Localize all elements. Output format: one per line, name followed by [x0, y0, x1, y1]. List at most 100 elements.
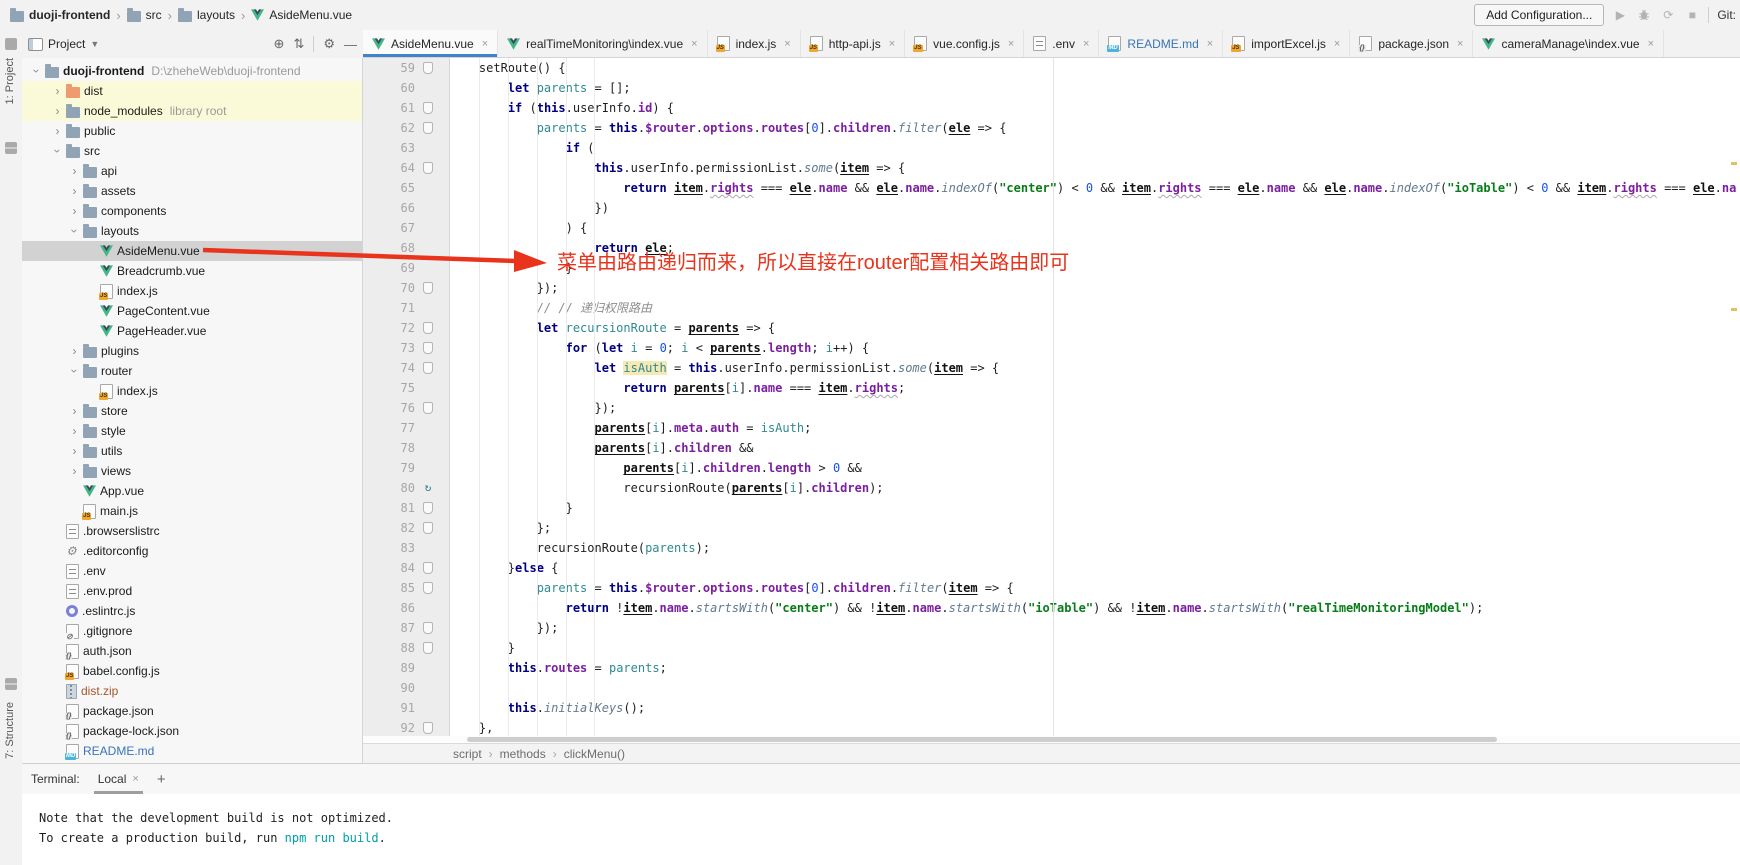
code-area[interactable]: setRoute() { let parents = []; if (this.…	[450, 58, 1740, 736]
tree-item-components[interactable]: ›components	[22, 201, 362, 221]
tree-item-app.vue[interactable]: App.vue	[22, 481, 362, 501]
tool-window-switch-icon[interactable]	[5, 38, 17, 50]
hide-panel-icon[interactable]: —	[344, 37, 357, 52]
editor-breadcrumb-item[interactable]: script	[453, 747, 482, 761]
editor-breadcrumb-item[interactable]: clickMenu()	[564, 747, 625, 761]
chevron-expanded-icon[interactable]: ›	[68, 363, 82, 380]
fold-marker[interactable]	[423, 562, 433, 574]
close-icon[interactable]: ×	[1207, 38, 1213, 50]
tree-item-src[interactable]: ›src	[22, 141, 362, 161]
breadcrumb-item[interactable]: src	[127, 8, 162, 22]
tree-item-readme.md[interactable]: MDREADME.md	[22, 741, 362, 761]
close-icon[interactable]: ×	[1008, 38, 1014, 50]
close-icon[interactable]: ×	[1457, 38, 1463, 50]
chevron-collapsed-icon[interactable]: ›	[66, 424, 83, 438]
breadcrumb-item[interactable]: layouts	[178, 8, 235, 22]
close-icon[interactable]: ×	[132, 773, 138, 785]
fold-marker[interactable]	[423, 642, 433, 654]
editor-tab-cameramanage-index.vue[interactable]: cameraManage\index.vue×	[1473, 30, 1664, 57]
fold-marker[interactable]	[423, 102, 433, 114]
tree-item-.eslintrc.js[interactable]: .eslintrc.js	[22, 601, 362, 621]
close-icon[interactable]: ×	[784, 38, 790, 50]
fold-marker[interactable]	[423, 342, 433, 354]
fold-marker[interactable]	[423, 582, 433, 594]
editor-tab-index.js[interactable]: JSindex.js×	[708, 30, 801, 57]
git-label[interactable]: Git:	[1717, 8, 1736, 22]
run-with-coverage-icon[interactable]: ⟳	[1660, 8, 1676, 22]
close-icon[interactable]: ×	[889, 38, 895, 50]
tree-item-api[interactable]: ›api	[22, 161, 362, 181]
tree-item-plugins[interactable]: ›plugins	[22, 341, 362, 361]
tree-item-node-modules[interactable]: ›node_moduleslibrary root	[22, 101, 362, 121]
warning-stripe-mark[interactable]	[1731, 162, 1737, 165]
tree-item-breadcrumb.vue[interactable]: Breadcrumb.vue	[22, 261, 362, 281]
editor-tab-importexcel.js[interactable]: JSimportExcel.js×	[1223, 30, 1350, 57]
tree-item-router[interactable]: ›router	[22, 361, 362, 381]
fold-marker[interactable]	[423, 402, 433, 414]
stop-icon[interactable]: ■	[1684, 8, 1700, 22]
tree-item-dist[interactable]: ›dist	[22, 81, 362, 101]
editor-tab-http-api.js[interactable]: JShttp-api.js×	[801, 30, 905, 57]
tree-item-duoji-frontend[interactable]: ›duoji-frontendD:\zheheWeb\duoji-fronten…	[22, 61, 362, 81]
tree-item-pageheader.vue[interactable]: PageHeader.vue	[22, 321, 362, 341]
project-view-selector[interactable]: Project ▼	[28, 37, 99, 51]
tree-item-.browserslistrc[interactable]: .browserslistrc	[22, 521, 362, 541]
chevron-collapsed-icon[interactable]: ›	[66, 344, 83, 358]
fold-marker[interactable]	[423, 522, 433, 534]
breadcrumb-item[interactable]: duoji-frontend	[10, 8, 110, 22]
fold-marker[interactable]	[423, 502, 433, 514]
fold-marker[interactable]	[423, 362, 433, 374]
tree-item-assets[interactable]: ›assets	[22, 181, 362, 201]
tree-item-.editorconfig[interactable]: ⚙.editorconfig	[22, 541, 362, 561]
fold-marker[interactable]	[423, 322, 433, 334]
chevron-collapsed-icon[interactable]: ›	[66, 204, 83, 218]
chevron-collapsed-icon[interactable]: ›	[66, 444, 83, 458]
chevron-collapsed-icon[interactable]: ›	[66, 164, 83, 178]
tree-item-utils[interactable]: ›utils	[22, 441, 362, 461]
tree-item-asidemenu.vue[interactable]: AsideMenu.vue	[22, 241, 362, 261]
project-toolwindow-button[interactable]: 1: Project	[4, 58, 16, 104]
chevron-collapsed-icon[interactable]: ›	[49, 124, 66, 138]
tree-item-index.js[interactable]: JSindex.js	[22, 281, 362, 301]
chevron-collapsed-icon[interactable]: ›	[66, 404, 83, 418]
bookmark-icon[interactable]	[5, 142, 17, 154]
debug-bug-icon[interactable]	[1636, 8, 1652, 23]
tree-item-.env[interactable]: .env	[22, 561, 362, 581]
run-icon[interactable]: ▶	[1612, 8, 1628, 22]
editor-tab-realtimemonitoring-index.vue[interactable]: realTimeMonitoring\index.vue×	[498, 30, 707, 57]
tree-item-.env.prod[interactable]: .env.prod	[22, 581, 362, 601]
editor-tab-vue.config.js[interactable]: JSvue.config.js×	[905, 30, 1024, 57]
close-icon[interactable]: ×	[482, 38, 488, 50]
terminal-tab-local[interactable]: Local ×	[94, 766, 143, 792]
close-icon[interactable]: ×	[1334, 38, 1340, 50]
structure-toolwindow-button[interactable]: 7: Structure	[4, 702, 16, 759]
horizontal-scrollbar-thumb[interactable]	[467, 737, 1497, 742]
tree-item-babel.config.js[interactable]: JSbabel.config.js	[22, 661, 362, 681]
tree-item-package.json[interactable]: {}package.json	[22, 701, 362, 721]
editor-tab-.env[interactable]: .env×	[1024, 30, 1099, 57]
tree-item-package-lock.json[interactable]: {}package-lock.json	[22, 721, 362, 741]
editor-breadcrumb-item[interactable]: methods	[500, 747, 546, 761]
tree-item-pagecontent.vue[interactable]: PageContent.vue	[22, 301, 362, 321]
structure-toolwindow-icon[interactable]	[5, 678, 17, 690]
fold-marker[interactable]	[423, 722, 433, 734]
tree-item-style[interactable]: ›style	[22, 421, 362, 441]
tree-item-main.js[interactable]: JSmain.js	[22, 501, 362, 521]
gear-icon[interactable]: ⚙	[323, 36, 335, 52]
tree-item-auth.json[interactable]: {}auth.json	[22, 641, 362, 661]
warning-stripe-mark[interactable]	[1731, 308, 1737, 311]
editor-tab-asidemenu.vue[interactable]: AsideMenu.vue×	[363, 30, 498, 57]
new-terminal-icon[interactable]: +	[157, 771, 166, 788]
add-configuration-button[interactable]: Add Configuration...	[1474, 4, 1604, 26]
chevron-expanded-icon[interactable]: ›	[68, 223, 82, 240]
tree-item-.gitignore[interactable]: ⊘.gitignore	[22, 621, 362, 641]
tree-item-public[interactable]: ›public	[22, 121, 362, 141]
close-icon[interactable]: ×	[1083, 38, 1089, 50]
fold-marker[interactable]	[423, 122, 433, 134]
chevron-expanded-icon[interactable]: ›	[51, 143, 65, 160]
editor-tab-package.json[interactable]: {}package.json×	[1350, 30, 1473, 57]
breadcrumb-item[interactable]: AsideMenu.vue	[251, 8, 352, 22]
recursive-call-icon[interactable]: ↻	[425, 483, 432, 493]
fold-marker[interactable]	[423, 162, 433, 174]
fold-marker[interactable]	[423, 622, 433, 634]
